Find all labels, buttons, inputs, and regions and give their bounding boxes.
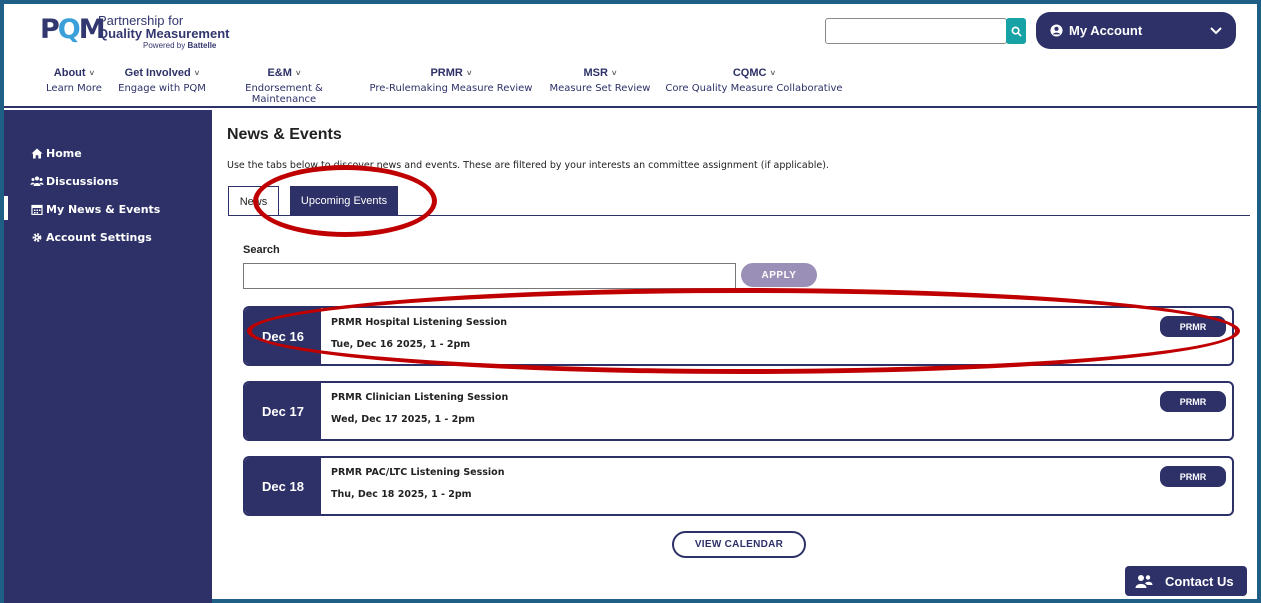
- event-tag-badge[interactable]: PRMR: [1160, 391, 1226, 412]
- tab-upcoming-events[interactable]: Upcoming Events: [290, 186, 398, 216]
- event-card[interactable]: Dec 16 PRMR Hospital Listening Session T…: [243, 306, 1234, 366]
- sidebar-item-account-settings[interactable]: Account Settings: [4, 224, 212, 250]
- sidebar-item-label: My News & Events: [46, 202, 161, 216]
- header-search-input[interactable]: [825, 18, 1007, 44]
- event-time: Tue, Dec 16 2025, 1 - 2pm: [331, 339, 471, 350]
- event-name: PRMR PAC/LTC Listening Session: [331, 467, 505, 478]
- event-date: Dec 18: [245, 458, 321, 514]
- nav-em[interactable]: E&M ˅ Endorsement & Maintenance: [212, 67, 356, 105]
- chevron-down-icon: ˅: [89, 69, 95, 78]
- event-time: Wed, Dec 17 2025, 1 - 2pm: [331, 414, 475, 425]
- user-circle-icon: [1050, 24, 1063, 37]
- sidebar-item-label: Home: [46, 146, 82, 160]
- nav-msr[interactable]: MSR ˅ Measure Set Review: [544, 67, 656, 94]
- sidebar-item-label: Account Settings: [46, 230, 152, 244]
- view-calendar-button[interactable]: VIEW CALENDAR: [672, 531, 806, 558]
- chevron-down-icon: ˅: [611, 69, 617, 78]
- logo-mark: PQM: [40, 14, 106, 45]
- page-title: News & Events: [227, 126, 342, 143]
- chevron-down-icon: [1210, 26, 1222, 34]
- nav-cqmc[interactable]: CQMC ˅ Core Quality Measure Collaborative: [660, 67, 848, 94]
- support-agent-icon: [1135, 574, 1153, 588]
- event-date: Dec 16: [245, 308, 321, 364]
- event-card[interactable]: Dec 17 PRMR Clinician Listening Session …: [243, 381, 1234, 441]
- event-name: PRMR Clinician Listening Session: [331, 392, 509, 403]
- nav-prmr[interactable]: PRMR ˅ Pre-Rulemaking Measure Review: [361, 67, 541, 94]
- sidebar-item-label: Discussions: [46, 174, 119, 188]
- sidebar: Home Discussions My News & Events Accoun…: [4, 110, 212, 603]
- tab-news[interactable]: News: [228, 186, 279, 216]
- contact-us-button[interactable]: Contact Us: [1125, 566, 1247, 596]
- site-header: PQM Partnership for Quality Measurement …: [4, 4, 1257, 108]
- event-tag-badge[interactable]: PRMR: [1160, 466, 1226, 487]
- sidebar-item-home[interactable]: Home: [4, 140, 212, 166]
- gear-icon: [32, 232, 42, 242]
- search-label: Search: [243, 244, 280, 256]
- my-account-button[interactable]: My Account: [1036, 12, 1236, 49]
- header-search-button[interactable]: [1006, 18, 1026, 44]
- logo-line3: Powered by Battelle: [143, 41, 217, 50]
- home-icon: [31, 148, 43, 158]
- apply-button[interactable]: APPLY: [741, 263, 817, 287]
- main-nav: About ˅ Learn More Get Involved ˅ Engage w…: [4, 67, 1257, 107]
- event-time: Thu, Dec 18 2025, 1 - 2pm: [331, 489, 472, 500]
- calendar-icon: [31, 204, 43, 215]
- events-search-input[interactable]: [243, 263, 736, 289]
- tabs-divider: [228, 215, 1250, 216]
- event-date: Dec 17: [245, 383, 321, 439]
- page-description: Use the tabs below to discover news and …: [227, 160, 829, 171]
- contact-us-label: Contact Us: [1165, 573, 1234, 589]
- chevron-down-icon: ˅: [770, 69, 776, 78]
- event-name: PRMR Hospital Listening Session: [331, 317, 508, 328]
- sidebar-item-my-news-events[interactable]: My News & Events: [4, 196, 212, 222]
- search-icon: [1011, 26, 1022, 37]
- my-account-label: My Account: [1069, 23, 1143, 38]
- pqm-logo[interactable]: PQM Partnership for Quality Measurement …: [40, 12, 240, 52]
- chevron-down-icon: ˅: [295, 69, 301, 78]
- main-content: News & Events Use the tabs below to disc…: [212, 110, 1257, 603]
- nav-about[interactable]: About ˅ Learn More: [44, 67, 104, 94]
- event-card[interactable]: Dec 18 PRMR PAC/LTC Listening Session Th…: [243, 456, 1234, 516]
- chevron-down-icon: ˅: [466, 69, 472, 78]
- event-tag-badge[interactable]: PRMR: [1160, 316, 1226, 337]
- users-icon: [30, 176, 44, 186]
- sidebar-item-discussions[interactable]: Discussions: [4, 168, 212, 194]
- nav-get-involved[interactable]: Get Involved ˅ Engage with PQM: [114, 67, 210, 94]
- chevron-down-icon: ˅: [194, 69, 200, 78]
- logo-line2: Quality Measurement: [98, 26, 230, 41]
